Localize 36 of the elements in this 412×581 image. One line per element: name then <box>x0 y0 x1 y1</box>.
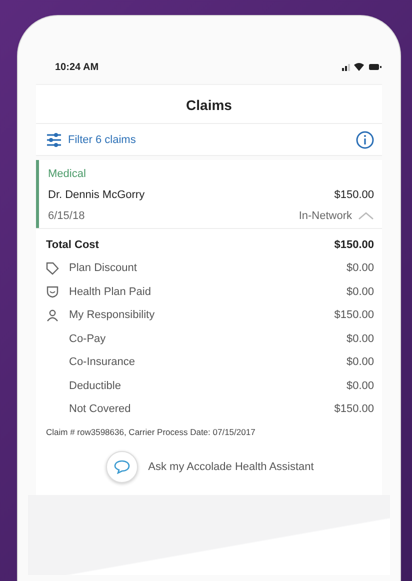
chevron-up-icon[interactable] <box>358 211 374 221</box>
cost-label: Deductible <box>69 380 121 392</box>
cost-label: Health Plan Paid <box>69 286 151 298</box>
cost-label: Co-Pay <box>69 332 106 345</box>
cost-value: $0.00 <box>346 380 374 392</box>
cost-value: $0.00 <box>346 332 374 345</box>
network-status: In-Network <box>298 210 352 222</box>
screen-title: Claims <box>36 84 382 123</box>
claim-note: Claim # row3598636, Carrier Process Date: 07/15/2017 <box>46 427 256 437</box>
total-value: $150.00 <box>334 238 374 251</box>
claim-date: 6/15/18 <box>48 210 85 222</box>
cost-value: $150.00 <box>334 309 374 322</box>
cost-value: $0.00 <box>346 262 374 274</box>
shield-icon <box>46 285 59 298</box>
cost-label: Co-Insurance <box>69 356 136 368</box>
sliders-icon <box>46 133 62 147</box>
total-label: Total Cost <box>46 238 99 251</box>
filter-button[interactable]: Filter 6 claims <box>46 133 136 147</box>
cost-label: Not Covered <box>69 403 131 416</box>
cost-label: My Responsibility <box>69 309 155 322</box>
chat-icon <box>114 460 130 474</box>
claim-amount: $150.00 <box>334 189 374 201</box>
status-time: 10:24 AM <box>55 62 99 72</box>
cost-value: $0.00 <box>346 356 374 368</box>
assistant-link[interactable]: Ask my Accolade Health Assistant <box>148 461 314 473</box>
status-icons <box>342 62 382 72</box>
chat-button[interactable] <box>106 451 138 483</box>
claim-card[interactable]: Medical Dr. Dennis McGorry $150.00 6/15/18 In-Network <box>36 160 382 228</box>
person-icon <box>46 308 59 322</box>
cost-label: Plan Discount <box>69 262 137 274</box>
cost-value: $0.00 <box>346 286 374 298</box>
provider-name: Dr. Dennis McGorry <box>48 189 145 201</box>
tag-icon <box>46 262 59 275</box>
cost-value: $150.00 <box>334 403 374 416</box>
info-icon[interactable] <box>356 131 374 149</box>
claim-category: Medical <box>48 168 87 180</box>
